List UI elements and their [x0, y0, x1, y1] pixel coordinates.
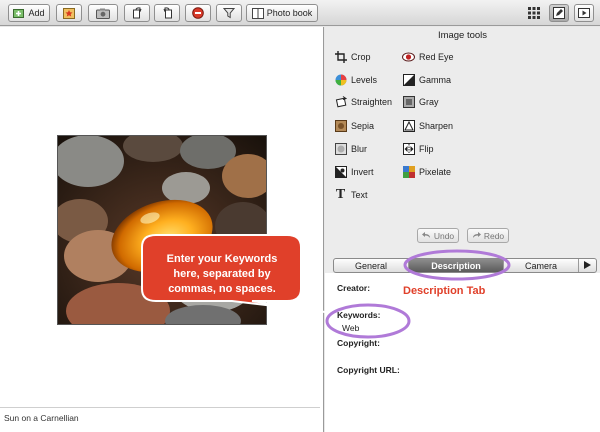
- tool-gray[interactable]: Gray: [402, 94, 439, 110]
- tab-general[interactable]: General: [334, 259, 408, 272]
- straighten-icon: [334, 96, 347, 109]
- tool-levels-label: Levels: [351, 75, 378, 85]
- favorite-button[interactable]: [56, 4, 82, 22]
- edit-icon: [553, 7, 565, 19]
- tab-description[interactable]: Description: [409, 259, 503, 272]
- grid-view-button[interactable]: [524, 4, 544, 22]
- add-button[interactable]: Add: [8, 4, 50, 22]
- add-photo-icon: [13, 8, 25, 19]
- photo-caption[interactable]: Sun on a Carnellian: [4, 413, 79, 423]
- gray-icon: [402, 96, 415, 109]
- blur-icon: [334, 143, 347, 156]
- tool-invert-label: Invert: [351, 167, 374, 177]
- undo-label: Undo: [433, 230, 455, 241]
- tool-gamma[interactable]: Gamma: [402, 72, 451, 88]
- slideshow-button[interactable]: [574, 4, 594, 22]
- creator-label: Creator:: [337, 283, 371, 293]
- tool-gray-label: Gray: [419, 97, 439, 107]
- tool-text[interactable]: T Text: [334, 187, 368, 203]
- rotate-left-icon: [132, 7, 143, 19]
- grid-view-icon: [528, 7, 540, 19]
- camera-button[interactable]: [88, 4, 118, 22]
- favorite-icon: [63, 7, 75, 19]
- info-tabs: General Description Camera: [333, 258, 597, 273]
- redo-icon: [472, 231, 481, 241]
- filter-button[interactable]: [216, 4, 242, 22]
- tool-invert[interactable]: Invert: [334, 164, 374, 180]
- undo-icon: [421, 231, 431, 241]
- editor-panel: Image tools Crop Levels Straighten Sepia…: [325, 27, 600, 432]
- camera-icon: [96, 8, 110, 19]
- tab-scroll-right[interactable]: [579, 259, 596, 272]
- redo-button[interactable]: Redo: [467, 228, 509, 243]
- tool-crop[interactable]: Crop: [334, 49, 371, 65]
- photo-image[interactable]: [57, 135, 267, 325]
- photo-preview-pane: Sun on a Carnellian: [0, 27, 324, 432]
- sharpen-icon: [402, 120, 415, 133]
- delete-button[interactable]: [185, 4, 211, 22]
- caption-divider: [0, 407, 320, 408]
- tool-sepia[interactable]: Sepia: [334, 118, 374, 134]
- tool-sepia-label: Sepia: [351, 121, 375, 131]
- tool-pixelate-label: Pixelate: [419, 167, 452, 177]
- tool-levels[interactable]: Levels: [334, 72, 377, 88]
- rotate-left-button[interactable]: [124, 4, 150, 22]
- flip-icon: [402, 143, 415, 156]
- copyright-url-label: Copyright URL:: [337, 365, 400, 375]
- slideshow-icon: [578, 7, 590, 19]
- sepia-icon: [334, 120, 347, 133]
- tool-pixelate[interactable]: Pixelate: [402, 164, 451, 180]
- filter-icon: [223, 7, 235, 19]
- crop-icon: [334, 51, 347, 64]
- photo-book-button[interactable]: Photo book: [246, 4, 318, 22]
- tool-blur-label: Blur: [351, 144, 368, 154]
- rotate-right-icon: [162, 7, 173, 19]
- tool-flip-label: Flip: [419, 144, 434, 154]
- triangle-right-icon: [584, 260, 591, 271]
- tool-red-eye[interactable]: Red Eye: [402, 49, 454, 65]
- levels-icon: [334, 74, 347, 87]
- tool-red-eye-label: Red Eye: [419, 52, 454, 62]
- tab-camera[interactable]: Camera: [504, 259, 578, 272]
- delete-icon: [192, 7, 204, 19]
- keywords-label: Keywords:: [337, 310, 381, 320]
- photo-book-label: Photo book: [266, 8, 313, 18]
- add-button-label: Add: [28, 8, 45, 18]
- pixelate-icon: [402, 166, 415, 179]
- tool-sharpen-label: Sharpen: [419, 121, 454, 131]
- description-tab-note: Description Tab: [403, 285, 486, 297]
- edit-view-button[interactable]: [549, 4, 569, 22]
- redo-label: Redo: [483, 230, 505, 241]
- rotate-right-button[interactable]: [154, 4, 180, 22]
- tool-blur[interactable]: Blur: [334, 141, 367, 157]
- undo-button[interactable]: Undo: [417, 228, 459, 243]
- tool-straighten-label: Straighten: [351, 97, 393, 107]
- text-icon: T: [335, 187, 346, 202]
- tool-crop-label: Crop: [351, 52, 371, 62]
- tool-gamma-label: Gamma: [419, 75, 452, 85]
- tool-sharpen[interactable]: Sharpen: [402, 118, 453, 134]
- keywords-field[interactable]: Web: [342, 323, 359, 333]
- tool-flip[interactable]: Flip: [402, 141, 434, 157]
- photo-book-icon: [251, 7, 264, 19]
- red-eye-icon: [402, 51, 415, 64]
- tool-text-label: Text: [351, 190, 368, 200]
- tool-straighten[interactable]: Straighten: [334, 94, 392, 110]
- copyright-label: Copyright:: [337, 338, 380, 348]
- toolbar: Add Photo book: [0, 0, 600, 26]
- invert-icon: [334, 166, 347, 179]
- gamma-icon: [402, 74, 415, 87]
- image-tools-title: Image tools: [437, 30, 488, 41]
